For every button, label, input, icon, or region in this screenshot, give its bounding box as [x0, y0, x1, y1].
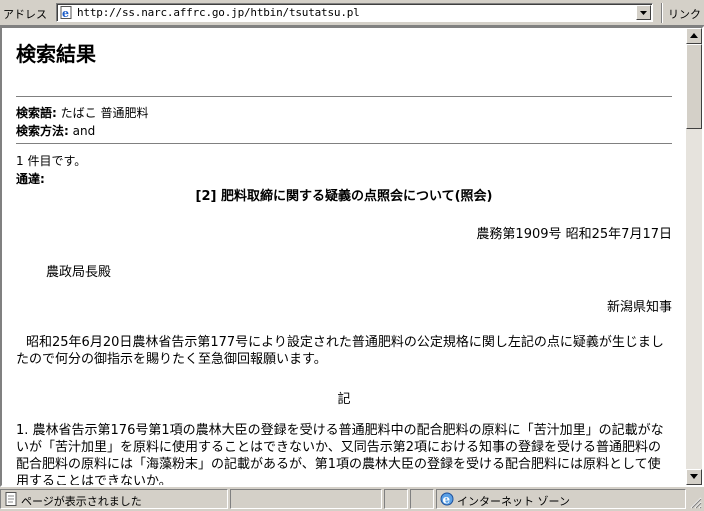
- document-title: [2] 肥料取締に関する疑義の点照会について(照会): [195, 189, 493, 204]
- ie-page-icon: e: [60, 6, 72, 19]
- search-term-label: 検索語:: [16, 106, 57, 120]
- zone-label: インターネット ゾーン: [457, 495, 570, 508]
- item-1: 1. 農林省告示第176号第1項の農林大臣の登録を受ける普通肥料中の配合肥料の原…: [16, 423, 664, 487]
- document-number-date: 農務第1909号 昭和25年7月17日: [476, 227, 672, 242]
- toolbar-separator: [661, 3, 663, 23]
- status-pane: [230, 489, 382, 509]
- status-pane: [410, 489, 434, 509]
- status-message-pane: ページが表示されました: [0, 489, 228, 509]
- arrow-up-icon: [690, 33, 698, 38]
- scroll-up-button[interactable]: [686, 28, 702, 44]
- zone-pane: e インターネット ゾーン: [436, 489, 686, 509]
- links-button[interactable]: リンク: [668, 6, 701, 22]
- status-bar: ページが表示されました e インターネット ゾーン: [0, 487, 704, 511]
- vertical-scrollbar[interactable]: [686, 28, 702, 485]
- resize-grip-icon[interactable]: [688, 495, 702, 509]
- result-count: 1 件目です。: [16, 154, 87, 168]
- page-viewport: 検索結果 検索語: たばこ 普通肥料 検索方法: and 1 件目です。 通達:…: [0, 26, 704, 487]
- addressee: 農政局長殿: [46, 265, 112, 280]
- address-url: http://ss.narc.affrc.go.jp/htbin/tsutats…: [77, 6, 360, 19]
- address-dropdown-button[interactable]: [636, 5, 651, 20]
- address-bar: アドレス e http://ss.narc.affrc.go.jp/htbin/…: [0, 0, 704, 26]
- divider: [16, 143, 672, 145]
- body-paragraph: 昭和25年6月20日農林省告示第177号により設定された普通肥料の公定規格に関し…: [16, 335, 664, 367]
- scroll-thumb[interactable]: [686, 44, 702, 129]
- page-title: 検索結果: [16, 42, 96, 66]
- search-term-value: たばこ 普通肥料: [60, 106, 149, 120]
- ki-heading: 記: [337, 392, 351, 407]
- arrow-down-icon: [690, 474, 698, 479]
- status-pane: [384, 489, 408, 509]
- search-method-value: and: [72, 124, 96, 138]
- chevron-down-icon: [640, 11, 647, 15]
- address-label: アドレス: [3, 8, 47, 21]
- internet-zone-icon: e: [440, 492, 454, 507]
- scroll-down-button[interactable]: [686, 469, 702, 485]
- address-input[interactable]: e http://ss.narc.affrc.go.jp/htbin/tsuta…: [56, 3, 653, 22]
- search-method-label: 検索方法:: [16, 124, 69, 138]
- page-done-icon: [5, 492, 17, 506]
- divider: [16, 96, 672, 98]
- status-message: ページが表示されました: [21, 495, 142, 508]
- svg-text:e: e: [62, 7, 69, 19]
- svg-text:e: e: [443, 493, 451, 507]
- sender: 新潟県知事: [606, 300, 672, 315]
